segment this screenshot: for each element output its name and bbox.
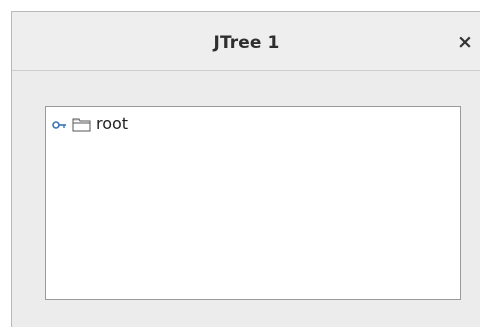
jtree[interactable]: root bbox=[45, 106, 461, 300]
close-button[interactable]: × bbox=[454, 31, 476, 53]
internal-frame: JTree 1 × root bbox=[11, 11, 480, 327]
close-icon: × bbox=[457, 31, 473, 53]
folder-icon bbox=[72, 116, 91, 132]
content-pane: root bbox=[12, 71, 480, 327]
title-bar[interactable]: JTree 1 × bbox=[12, 12, 480, 71]
window-title: JTree 1 bbox=[213, 33, 280, 53]
tree-node-label: root bbox=[96, 114, 129, 133]
tree-node-root[interactable]: root bbox=[52, 113, 128, 135]
expand-key-icon[interactable] bbox=[52, 117, 69, 131]
